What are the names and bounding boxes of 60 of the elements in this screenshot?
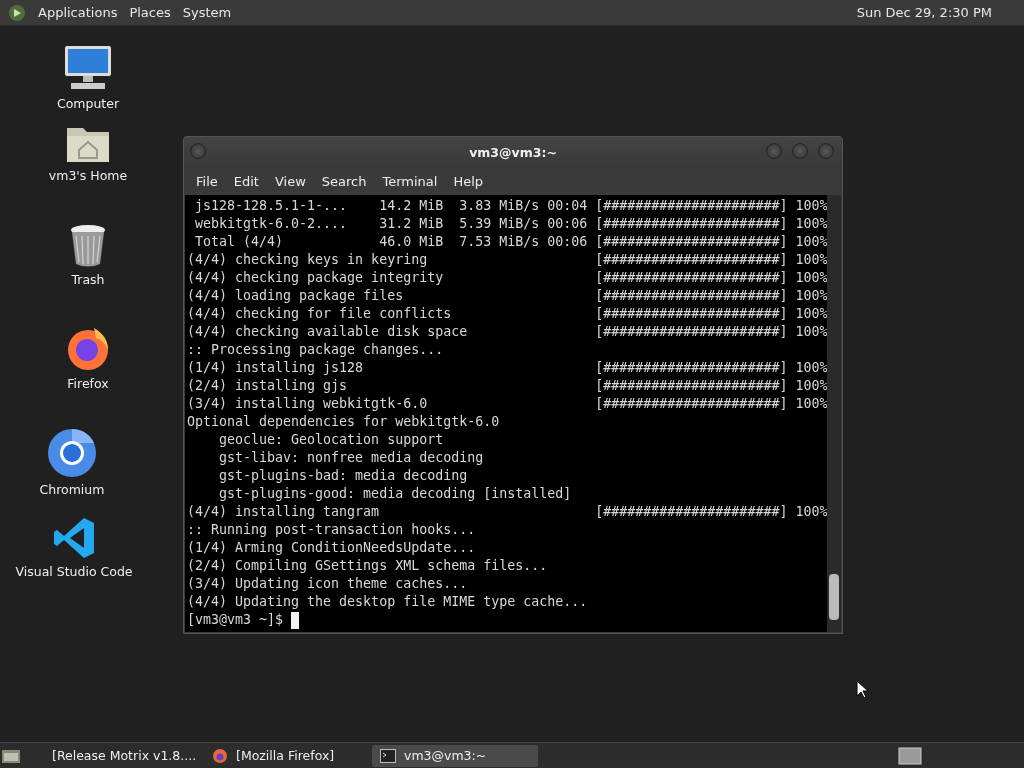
code-editor-icon [52, 516, 96, 560]
terminal-line: (1/4) Arming ConditionNeedsUpdate... [187, 539, 477, 557]
trash-icon [68, 224, 108, 268]
terminal-line: (4/4) loading package files [######################] 100% [187, 287, 828, 305]
terminal-line: Total (4/4) 46.0 MiB 7.53 MiB/s 00:06 [######################] 100% [194, 233, 828, 251]
desktop-icon-label[interactable]: Trash [71, 272, 105, 287]
terminal-line: (4/4) checking package integrity [######################] 100% [187, 269, 828, 287]
terminal-line: (4/4) checking available disk space [######################] 100% [187, 323, 828, 341]
terminal-line: :: Running post-transaction hooks... [187, 521, 477, 539]
terminal-line: gst-plugins-bad: media decoding [218, 467, 469, 485]
terminal-line: (4/4) checking for file conflicts [######################] 100% [187, 305, 828, 323]
menu-item[interactable]: Help [445, 174, 492, 189]
desktop-icon-label[interactable]: Firefox [67, 376, 109, 391]
distro-logo-icon[interactable] [8, 3, 26, 22]
terminal-line: (4/4) installing tangram [######################] 100% [187, 503, 828, 521]
menu-item[interactable]: Terminal [374, 174, 446, 189]
desktop-icon-label[interactable]: Chromium [39, 482, 105, 497]
panel-menu[interactable]: Applications [38, 5, 118, 20]
terminal-line: geoclue: Geolocation support [218, 431, 445, 449]
text-cursor [291, 611, 300, 629]
firefox-icon [212, 747, 228, 764]
terminal-line: (1/4) installing js128 [######################] 100% [187, 359, 828, 377]
minimize-button[interactable] [766, 143, 782, 159]
terminal-line: Optional dependencies for webkitgtk-6.0 [187, 413, 501, 431]
clock[interactable]: Sun Dec 29, 2:30 PM [856, 5, 1016, 20]
maximize-button[interactable] [792, 143, 808, 159]
desktop-icon-label[interactable]: vm3's Home [48, 168, 128, 183]
terminal-line: (3/4) installing webkitgtk-6.0 [######################] 100% [187, 395, 828, 413]
workspace-switcher-icon[interactable] [898, 746, 922, 765]
terminal-line: (2/4) installing gjs [######################] 100% [187, 377, 828, 395]
taskbar-button[interactable]: [Mozilla Firefox] [204, 744, 368, 767]
terminal-line: gst-plugins-good: media decoding [installed] [218, 485, 573, 503]
menu-item[interactable]: Edit [225, 174, 267, 189]
desktop-icon-label[interactable]: Visual Studio Code [15, 564, 133, 579]
terminal-icon [380, 748, 396, 763]
scrollbar[interactable] [827, 195, 841, 632]
menu-item[interactable]: File [188, 174, 226, 189]
panel-menu[interactable]: Places [129, 5, 171, 20]
mouse-pointer-icon [856, 680, 868, 698]
chromium-icon [47, 428, 97, 478]
taskbar-button[interactable]: vm3@vm3:~ [372, 744, 538, 767]
terminal-line: :: Processing package changes... [187, 341, 445, 359]
menu-item[interactable]: Search [313, 174, 375, 189]
scrollbar-thumb[interactable] [829, 574, 839, 620]
terminal-line: (4/4) checking keys in keyring [######################] 100% [187, 251, 828, 269]
terminal-line: webkitgtk-6.0-2.... 31.2 MiB 5.39 MiB/s 00:06 [######################] 100% [194, 215, 828, 233]
terminal-line: js128-128.5.1-1-... 14.2 MiB 3.83 MiB/s 00:04 [######################] 100% [194, 197, 828, 215]
window-title: vm3@vm3:~ [469, 145, 557, 160]
terminal-line: (4/4) Updating the desktop file MIME type cache... [187, 593, 589, 611]
panel-menu[interactable]: System [182, 5, 232, 20]
terminal-line: (3/4) Updating icon theme caches... [187, 575, 469, 593]
menu-item[interactable]: View [266, 174, 314, 189]
taskbar-button[interactable]: [Release Motrix v1.8.... [36, 744, 200, 767]
computer-icon [63, 44, 113, 92]
terminal-line: (2/4) Compiling GSettings XML schema files... [187, 557, 549, 575]
desktop-icon-label[interactable]: Computer [56, 96, 120, 111]
terminal-line: gst-libav: nonfree media decoding [218, 449, 485, 467]
shell-prompt: [vm3@vm3 ~]$ [187, 611, 284, 629]
close-button[interactable] [818, 143, 834, 159]
window-menu-button[interactable] [190, 143, 206, 159]
